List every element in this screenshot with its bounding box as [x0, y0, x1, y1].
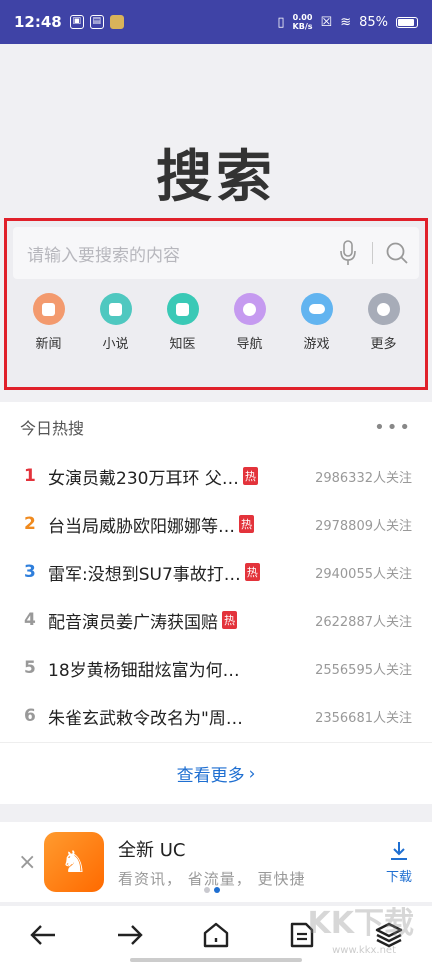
follow-count: 2622887人关注: [315, 614, 412, 630]
hot-item[interactable]: 1 女演员戴230万耳环 父… 热 2986332人关注: [0, 452, 432, 500]
rank-number: 5: [24, 658, 36, 678]
app-notification-icon: ▤: [89, 15, 104, 29]
shortcut-medical[interactable]: 知医: [155, 293, 211, 352]
follow-count: 2978809人关注: [315, 518, 412, 534]
clock: 12:48: [14, 13, 62, 31]
follow-count: 2556595人关注: [315, 662, 412, 678]
hot-item[interactable]: 6 朱雀玄武敕令改名为"周… 2356681人关注: [0, 692, 432, 740]
notification-icon: ▣: [69, 15, 84, 29]
home-button[interactable]: [194, 913, 238, 957]
novel-icon: [99, 293, 132, 325]
image-notification-icon: [109, 15, 124, 29]
network-speed: 0.00 KB/s: [292, 13, 313, 31]
medical-icon: [166, 293, 199, 325]
hot-item-title: 台当局威胁欧阳娜娜等…: [48, 516, 235, 537]
no-sim-icon: ☒: [320, 14, 333, 30]
view-more-link[interactable]: 查看更多 ›: [0, 742, 432, 804]
watermark: KK下载: [307, 906, 415, 941]
download-button[interactable]: 下载: [386, 840, 412, 885]
shortcut-news[interactable]: 新闻: [21, 293, 77, 352]
shortcut-novel[interactable]: 小说: [88, 293, 144, 352]
hot-search-title: 今日热搜: [20, 419, 85, 438]
shortcut-more[interactable]: 更多: [356, 293, 412, 352]
close-icon[interactable]: ×: [18, 850, 42, 875]
microphone-icon[interactable]: [338, 239, 358, 267]
hot-item-title: 18岁黄杨钿甜炫富为何…: [48, 660, 240, 681]
promo-subtitle: 看资讯， 省流量， 更快捷: [118, 869, 306, 888]
news-icon: [32, 293, 65, 325]
game-icon: [300, 293, 333, 325]
follow-count: 2356681人关注: [315, 710, 412, 726]
hot-item[interactable]: 5 18岁黄杨钿甜炫富为何… 2556595人关注: [0, 644, 432, 692]
hot-item[interactable]: 3 雷军:没想到SU7事故打… 热 2940055人关注: [0, 548, 432, 596]
divider: [372, 242, 373, 264]
forward-button[interactable]: [108, 913, 152, 957]
hot-badge: 热: [242, 467, 258, 485]
search-icon[interactable]: [385, 241, 409, 265]
hot-item-title: 朱雀玄武敕令改名为"周…: [48, 708, 243, 729]
promo-title: 全新 UC: [118, 839, 186, 861]
navigation-icon: [233, 293, 266, 325]
rank-number: 1: [24, 466, 36, 486]
status-bar: 12:48 ▣ ▤ ▯ 0.00 KB/s ☒ ≋ 85%: [0, 0, 432, 44]
hot-item[interactable]: 2 台当局威胁欧阳娜娜等… 热 2978809人关注: [0, 500, 432, 548]
banner-page-indicator: [204, 887, 220, 893]
arrow-left-icon: [30, 925, 56, 945]
more-options-icon[interactable]: •••: [374, 417, 412, 438]
rank-number: 6: [24, 706, 36, 726]
chevron-right-icon: ›: [248, 763, 256, 784]
hot-item-title: 配音演员姜广涛获国赔: [48, 612, 218, 633]
search-logo: 搜索: [156, 145, 276, 210]
rank-number: 4: [24, 610, 36, 630]
shortcut-navigation[interactable]: 导航: [222, 293, 278, 352]
shortcut-game[interactable]: 游戏: [289, 293, 345, 352]
hot-item-title: 女演员戴230万耳环 父…: [48, 468, 239, 489]
watermark-url: www.kkx.net: [332, 945, 396, 956]
more-icon: [367, 293, 400, 325]
battery-level: 85%: [359, 14, 388, 30]
hot-badge: 热: [222, 611, 237, 629]
search-input[interactable]: 请输入要搜索的内容: [13, 227, 419, 279]
follow-count: 2940055人关注: [315, 566, 412, 582]
rank-number: 3: [24, 562, 36, 582]
wifi-icon: ≋: [340, 14, 352, 30]
shortcut-grid: 新闻 小说 知医 导航 游戏 更多: [7, 293, 425, 352]
search-placeholder: 请输入要搜索的内容: [27, 245, 180, 266]
gesture-bar: [130, 958, 302, 962]
battery-icon: [396, 16, 418, 28]
vibrate-icon: ▯: [277, 14, 285, 30]
hot-badge: 热: [244, 563, 260, 581]
hot-item-title: 雷军:没想到SU7事故打…: [48, 564, 241, 585]
arrow-right-icon: [117, 925, 143, 945]
rank-number: 2: [24, 514, 36, 534]
hot-badge: 热: [239, 515, 254, 533]
search-panel: 请输入要搜索的内容 新闻 小说 知医 导航 游戏 更多: [4, 218, 428, 390]
hot-search-panel: 今日热搜 ••• 1 女演员戴230万耳环 父… 热 2986332人关注 2 …: [0, 402, 432, 804]
hot-item[interactable]: 4 配音演员姜广涛获国赔 热 2622887人关注: [0, 596, 432, 644]
back-button[interactable]: [21, 913, 65, 957]
download-icon: [390, 841, 407, 860]
home-icon: [203, 922, 229, 948]
follow-count: 2986332人关注: [315, 470, 412, 486]
uc-logo-icon: ♞: [44, 832, 104, 892]
